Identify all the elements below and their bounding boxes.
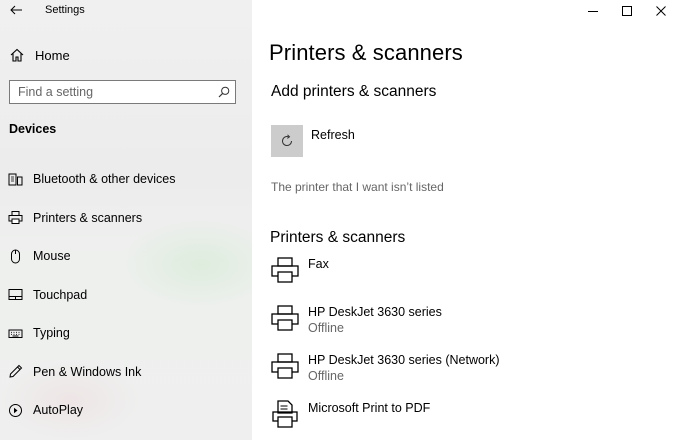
sidebar-item-typing[interactable]: Typing — [0, 314, 252, 353]
page-title: Printers & scanners — [269, 40, 463, 65]
sidebar-item-mouse[interactable]: Mouse — [0, 237, 252, 276]
refresh-button[interactable]: Refresh — [271, 125, 355, 157]
pen-icon — [9, 365, 23, 378]
printer-icon — [270, 255, 302, 287]
search-box[interactable] — [9, 80, 236, 104]
printer-name: Fax — [308, 257, 329, 271]
autoplay-icon — [9, 403, 22, 417]
title-bar: Settings — [0, 0, 252, 22]
sidebar-item-label: Typing — [33, 326, 70, 341]
home-link[interactable]: Home — [9, 44, 239, 66]
printer-name: HP DeskJet 3630 series — [308, 305, 442, 319]
refresh-label: Refresh — [311, 128, 355, 142]
refresh-tile — [271, 125, 303, 157]
app-title: Settings — [45, 4, 85, 16]
keyboard-icon — [8, 329, 23, 338]
printers-scanners-heading: Printers & scanners — [270, 229, 406, 246]
refresh-icon — [282, 134, 293, 147]
sidebar-item-label: Pen & Windows Ink — [33, 364, 142, 379]
printer-list: Fax HP DeskJet 3630 series Offline HP De… — [270, 255, 670, 447]
sidebar-item-label: Bluetooth & other devices — [33, 172, 176, 187]
sidebar-item-label: Printers & scanners — [33, 210, 143, 225]
minimize-button[interactable] — [576, 0, 610, 22]
home-label: Home — [35, 47, 70, 63]
printer-icon — [270, 303, 302, 335]
printer-status: Offline — [308, 321, 344, 335]
sidebar-item-printers[interactable]: Printers & scanners — [0, 199, 252, 238]
nav-list: Bluetooth & other devices Printers & sca… — [0, 160, 252, 430]
printer-name: Microsoft Print to PDF — [308, 401, 431, 415]
printer-icon — [270, 351, 302, 383]
printer-item-hp-deskjet-network[interactable]: HP DeskJet 3630 series (Network) Offline — [270, 351, 670, 399]
sidebar-item-label: Touchpad — [33, 287, 88, 302]
close-icon — [656, 6, 666, 16]
sidebar-item-touchpad[interactable]: Touchpad — [0, 276, 252, 315]
search-icon[interactable] — [218, 86, 230, 98]
home-icon — [10, 48, 24, 62]
sidebar-item-label: Mouse — [33, 249, 71, 264]
mouse-icon — [11, 249, 20, 264]
sidebar-item-bluetooth[interactable]: Bluetooth & other devices — [0, 160, 252, 199]
sidebar-item-autoplay[interactable]: AutoPlay — [0, 391, 252, 430]
touchpad-icon — [8, 289, 23, 301]
pdf-printer-icon — [270, 399, 302, 431]
printer-not-listed-link[interactable]: The printer that I want isn’t listed — [271, 180, 444, 194]
sidebar: Settings Home Devices Bluetooth & other … — [0, 0, 252, 440]
back-arrow-icon[interactable] — [8, 2, 24, 18]
printer-item-hp-deskjet[interactable]: HP DeskJet 3630 series Offline — [270, 303, 670, 351]
window-controls — [576, 0, 678, 22]
search-input[interactable] — [10, 81, 208, 103]
add-printers-heading: Add printers & scanners — [271, 83, 437, 100]
section-title-devices: Devices — [9, 122, 57, 136]
sidebar-item-label: AutoPlay — [33, 403, 84, 418]
printer-item-fax[interactable]: Fax — [270, 255, 670, 303]
printer-icon — [8, 211, 23, 225]
maximize-button[interactable] — [610, 0, 644, 22]
minimize-icon — [588, 11, 598, 12]
bluetooth-devices-icon — [8, 173, 23, 186]
printer-name: HP DeskJet 3630 series (Network) — [308, 353, 500, 367]
printer-status: Offline — [308, 369, 344, 383]
maximize-icon — [622, 6, 632, 16]
sidebar-item-pen[interactable]: Pen & Windows Ink — [0, 353, 252, 392]
close-button[interactable] — [644, 0, 678, 22]
main-content: Printers & scanners Add printers & scann… — [252, 0, 678, 440]
